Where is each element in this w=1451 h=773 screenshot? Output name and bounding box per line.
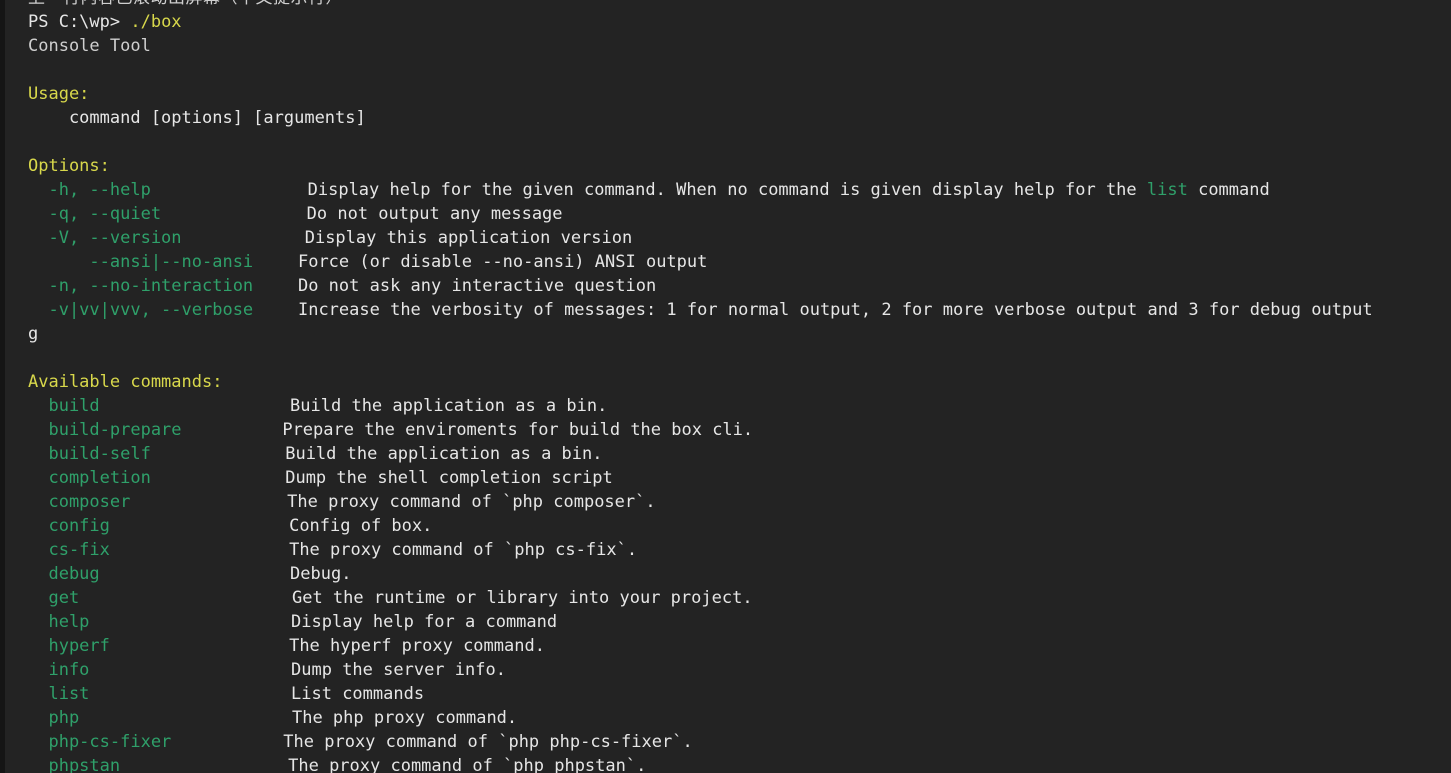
command-description: Display help for a command xyxy=(291,612,558,632)
option-description: Force (or disable --no-ansi) ANSI output xyxy=(297,252,708,272)
command-name: config xyxy=(28,516,110,536)
command-row[interactable]: phpstan The proxy command of `php phpstan… xyxy=(28,754,646,773)
command-row[interactable]: cs-fix The proxy command of `php cs-fix`. xyxy=(28,538,637,562)
section-heading-0: Usage: xyxy=(28,82,89,106)
section-heading-text: Available commands: xyxy=(28,372,223,392)
prompt-command: ./box xyxy=(130,12,182,32)
command-description: The php proxy command. xyxy=(291,708,518,728)
command-row[interactable]: get Get the runtime or library into your … xyxy=(28,586,753,610)
command-name: cs-fix xyxy=(28,540,110,560)
option-flag: -q, --quiet xyxy=(28,204,162,224)
command-description: Dump the shell completion script xyxy=(285,468,613,488)
command-description: The proxy command of `php cs-fix`. xyxy=(289,540,638,560)
app-title-line: Console Tool xyxy=(28,34,151,58)
section-heading-1: Options: xyxy=(28,154,110,178)
option-description-tail: command xyxy=(1187,180,1270,200)
command-description: Prepare the enviroments for build the bo… xyxy=(282,420,754,440)
option-flag: -h, --help xyxy=(28,180,151,200)
command-description: The proxy command of `php composer`. xyxy=(287,492,656,512)
option-row[interactable]: -n, --no-interaction Do not ask any inter… xyxy=(28,274,656,298)
command-row[interactable]: config Config of box. xyxy=(28,514,432,538)
option-description: Increase the verbosity of messages: 1 fo… xyxy=(297,300,1373,320)
command-name: build-prepare xyxy=(28,420,182,440)
command-description: Config of box. xyxy=(289,516,433,536)
option-row[interactable]: -q, --quiet Do not output any message xyxy=(28,202,563,226)
option-row[interactable]: --ansi|--no-ansi Force (or disable --no-a… xyxy=(28,250,707,274)
command-name: list xyxy=(28,684,90,704)
option-flag: -V, --version xyxy=(28,228,182,248)
command-description: Build the application as a bin. xyxy=(290,396,608,416)
command-name: debug xyxy=(28,564,100,584)
command-name: completion xyxy=(28,468,151,488)
command-row[interactable]: build-prepare Prepare the enviroments for… xyxy=(28,418,753,442)
command-description: Dump the server info. xyxy=(291,660,506,680)
command-row[interactable]: info Dump the server info. xyxy=(28,658,506,682)
command-description: Get the runtime or library into your pro… xyxy=(291,588,753,608)
command-name: build xyxy=(28,396,100,416)
command-row[interactable]: composer The proxy command of `php compos… xyxy=(28,490,656,514)
option-flag: --ansi|--no-ansi xyxy=(28,252,254,272)
prompt-line[interactable]: PS C:\wp> ./box xyxy=(28,10,182,34)
command-row[interactable]: php The php proxy command. xyxy=(28,706,517,730)
command-row[interactable]: completion Dump the shell completion scri… xyxy=(28,466,613,490)
window-left-edge xyxy=(0,0,5,773)
option-description: Do not ask any interactive question xyxy=(297,276,657,296)
option-description: Display help for the given command. When… xyxy=(307,180,1147,200)
section-heading-text: Usage: xyxy=(28,84,90,104)
option-description: Display this application version xyxy=(304,228,633,248)
command-name: get xyxy=(28,588,80,608)
option-flag: -v|vv|vvv, --verbose xyxy=(28,300,254,320)
prompt-prefix: PS C:\wp> xyxy=(28,12,131,32)
command-name: info xyxy=(28,660,90,680)
command-row[interactable]: build-self Build the application as a bin… xyxy=(28,442,603,466)
command-description: List commands xyxy=(291,684,425,704)
option-description-highlight: list xyxy=(1146,180,1188,200)
command-description: The hyperf proxy command. xyxy=(289,636,545,656)
command-name: composer xyxy=(28,492,131,512)
app-title: Console Tool xyxy=(28,36,151,56)
command-row[interactable]: list List commands xyxy=(28,682,424,706)
terminal-screen[interactable]: 上一行内容已滚动出屏幕（中文提示行）PS C:\wp> ./boxConsole… xyxy=(0,0,1451,773)
option-row[interactable]: -v|vv|vvv, --verbose Increase the verbosi… xyxy=(28,298,1373,322)
command-name: php xyxy=(28,708,80,728)
command-name: php-cs-fixer xyxy=(28,732,172,752)
command-name: help xyxy=(28,612,90,632)
command-name: phpstan xyxy=(28,756,121,773)
scrolled-off-text: 上一行内容已滚动出屏幕（中文提示行） xyxy=(28,0,343,8)
command-description: Debug. xyxy=(290,564,352,584)
section-heading-text: Options: xyxy=(28,156,110,176)
command-row[interactable]: help Display help for a command xyxy=(28,610,557,634)
command-description: The proxy command of `php phpstan`. xyxy=(288,756,647,773)
command-name: build-self xyxy=(28,444,151,464)
usage-text: command [options] [arguments] xyxy=(28,108,366,128)
command-description: Build the application as a bin. xyxy=(285,444,603,464)
command-row[interactable]: hyperf The hyperf proxy command. xyxy=(28,634,545,658)
section-heading-2: Available commands: xyxy=(28,370,222,394)
option-row[interactable]: -h, --help Display help for the given com… xyxy=(28,178,1270,202)
command-name: hyperf xyxy=(28,636,110,656)
option-row[interactable]: -V, --version Display this application ve… xyxy=(28,226,632,250)
scrolled-off-line: 上一行内容已滚动出屏幕（中文提示行） xyxy=(28,0,343,10)
command-row[interactable]: build Build the application as a bin. xyxy=(28,394,607,418)
option-wrap-overflow-text: g xyxy=(28,324,39,344)
option-description: Do not output any message xyxy=(306,204,563,224)
usage-line: command [options] [arguments] xyxy=(28,106,366,130)
command-row[interactable]: php-cs-fixer The proxy command of `php ph… xyxy=(28,730,693,754)
command-row[interactable]: debug Debug. xyxy=(28,562,351,586)
command-description: The proxy command of `php php-cs-fixer`. xyxy=(283,732,693,752)
option-wrap-overflow: g xyxy=(28,322,38,346)
option-flag: -n, --no-interaction xyxy=(28,276,254,296)
terminal-window[interactable]: 上一行内容已滚动出屏幕（中文提示行）PS C:\wp> ./boxConsole… xyxy=(0,0,1451,773)
